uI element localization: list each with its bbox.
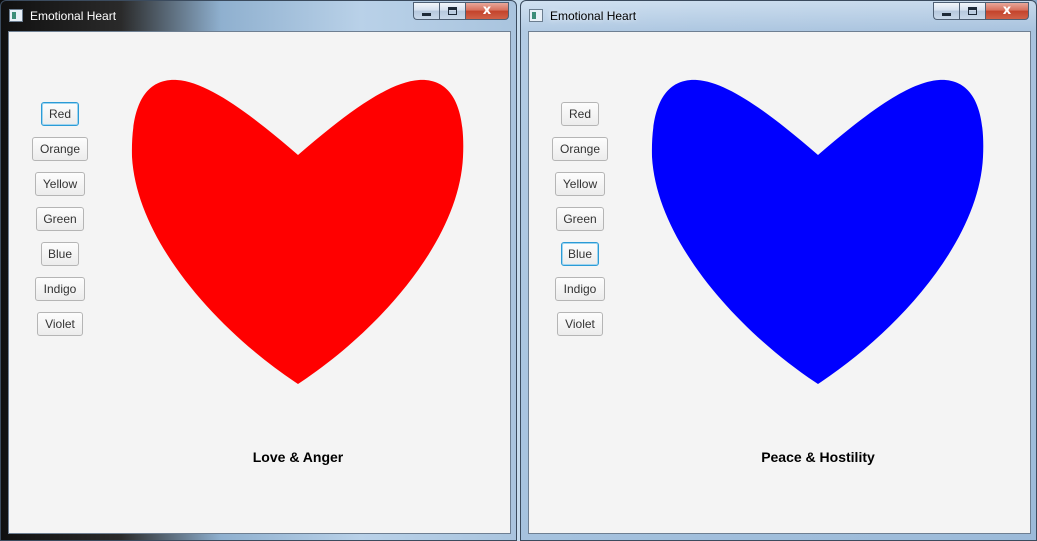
color-button-blue[interactable]: Blue xyxy=(41,242,79,266)
color-button-green[interactable]: Green xyxy=(36,207,84,231)
color-button-indigo[interactable]: Indigo xyxy=(555,277,605,301)
minimize-icon xyxy=(422,13,431,16)
color-button-violet[interactable]: Violet xyxy=(37,312,83,336)
window-right: Emotional Heart x Red Orange Yellow Gree… xyxy=(520,0,1037,541)
maximize-button[interactable] xyxy=(439,2,465,20)
color-button-red[interactable]: Red xyxy=(561,102,599,126)
heart-path xyxy=(131,79,464,384)
client-area: Red Orange Yellow Green Blue Indigo Viol… xyxy=(528,31,1031,534)
app-icon xyxy=(529,9,543,22)
maximize-icon xyxy=(448,7,457,15)
minimize-button[interactable] xyxy=(413,2,439,20)
minimize-button[interactable] xyxy=(933,2,959,20)
maximize-icon xyxy=(968,7,977,15)
title-bar[interactable]: Emotional Heart x xyxy=(521,1,1036,31)
color-button-orange[interactable]: Orange xyxy=(32,137,88,161)
close-icon: x xyxy=(482,3,492,18)
title-bar[interactable]: Emotional Heart x xyxy=(1,1,516,31)
window-controls: x xyxy=(933,2,1029,21)
emotion-caption: Love & Anger xyxy=(252,449,344,465)
maximize-button[interactable] xyxy=(959,2,985,20)
window-title: Emotional Heart xyxy=(30,9,117,23)
window-left: Emotional Heart x Red Orange Yellow Gree… xyxy=(0,0,517,541)
client-area: Red Orange Yellow Green Blue Indigo Viol… xyxy=(8,31,511,534)
color-button-blue[interactable]: Blue xyxy=(561,242,599,266)
close-button[interactable]: x xyxy=(985,2,1029,20)
window-controls: x xyxy=(413,2,509,21)
heart-path xyxy=(651,79,984,384)
color-button-green[interactable]: Green xyxy=(556,207,604,231)
minimize-icon xyxy=(942,13,951,16)
app-icon xyxy=(9,9,23,22)
color-button-indigo[interactable]: Indigo xyxy=(35,277,85,301)
color-button-violet[interactable]: Violet xyxy=(557,312,603,336)
window-title: Emotional Heart xyxy=(550,9,637,23)
color-button-red[interactable]: Red xyxy=(41,102,79,126)
color-button-yellow[interactable]: Yellow xyxy=(35,172,85,196)
close-button[interactable]: x xyxy=(465,2,509,20)
color-button-orange[interactable]: Orange xyxy=(552,137,608,161)
emotion-caption: Peace & Hostility xyxy=(761,449,875,465)
color-button-yellow[interactable]: Yellow xyxy=(555,172,605,196)
close-icon: x xyxy=(1002,3,1012,18)
